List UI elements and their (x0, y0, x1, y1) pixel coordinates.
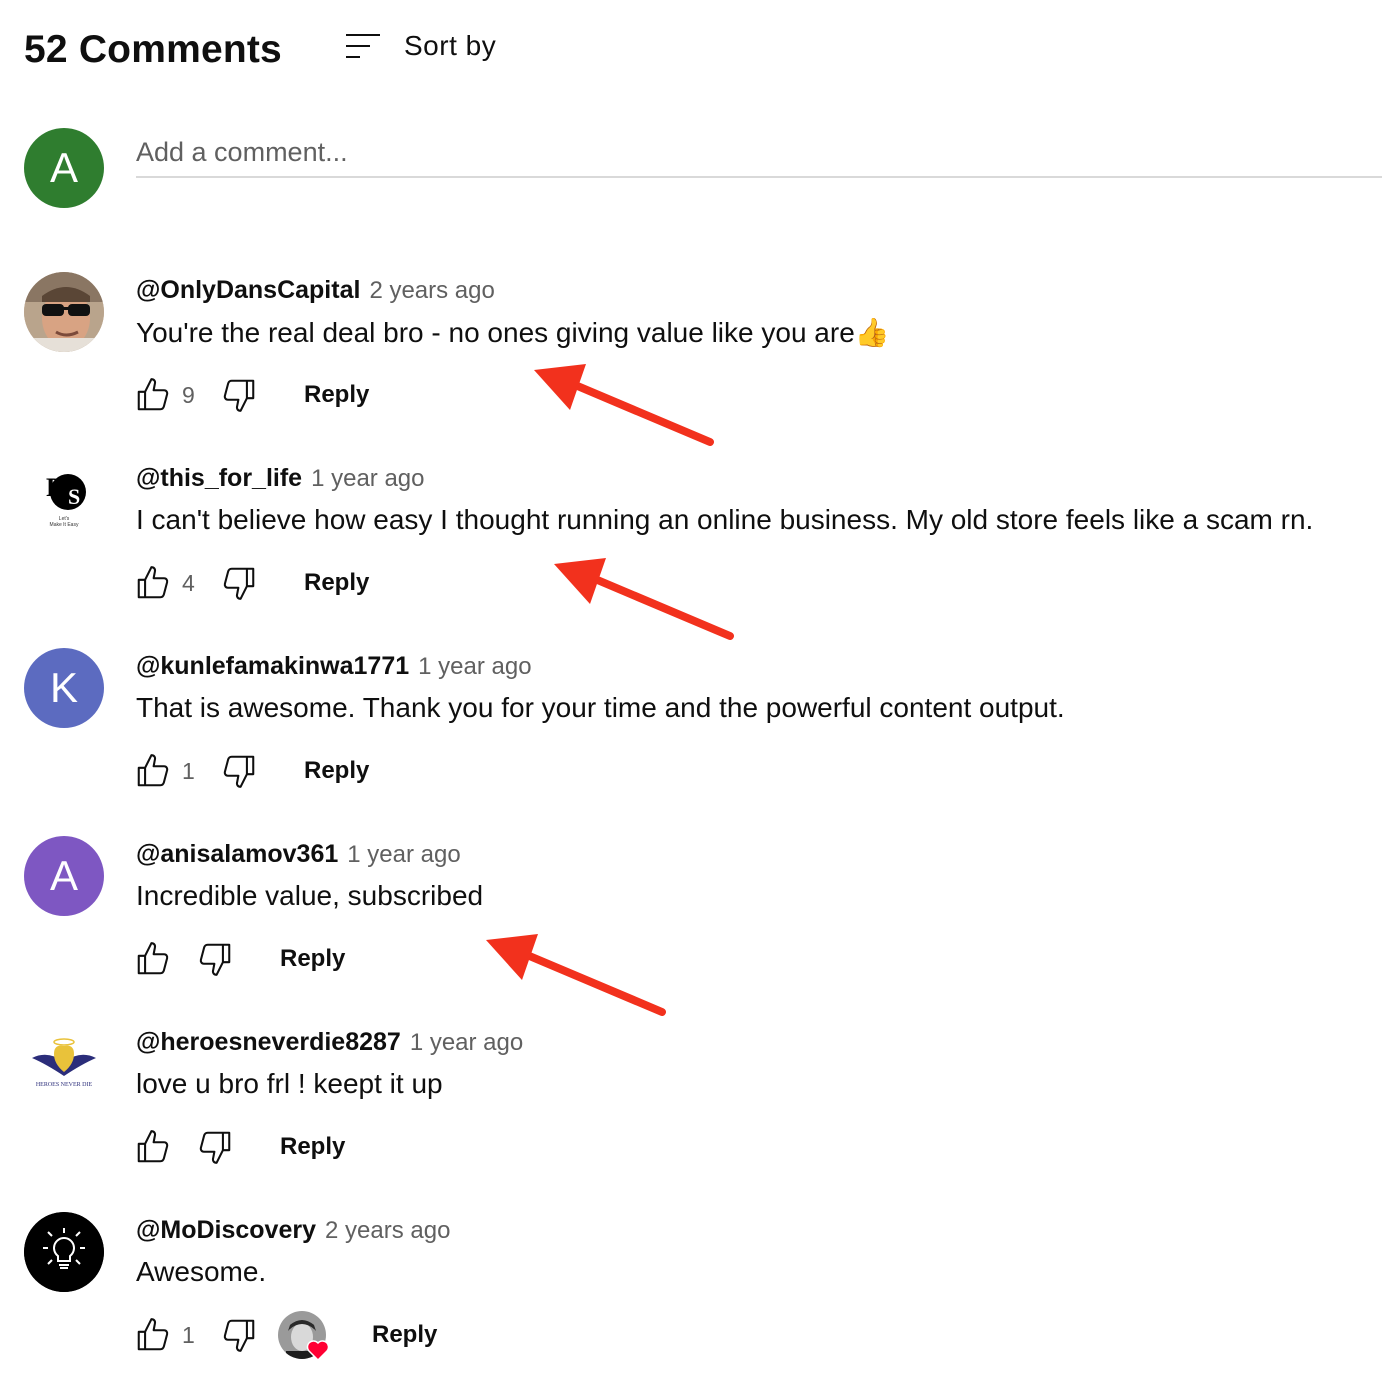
comment-time[interactable]: 2 years ago (325, 1217, 450, 1245)
like-button[interactable] (132, 562, 174, 604)
ps-logo-avatar: P S Let's Make It Easy (46, 473, 86, 528)
comment-text: You're the real deal bro - no ones givin… (136, 316, 890, 349)
comment-actions: Reply (132, 938, 345, 980)
comment-time[interactable]: 1 year ago (418, 653, 531, 681)
comment-author[interactable]: @anisalamov361 (136, 840, 338, 869)
avatar: A (24, 128, 104, 208)
avatar[interactable] (24, 1212, 104, 1292)
sort-by-button[interactable]: Sort by (344, 30, 496, 62)
comment-actions: 1 Reply (132, 750, 369, 792)
thumbs-down-icon (199, 1131, 231, 1164)
avatar[interactable]: HEROES NEVER DIE (24, 1024, 104, 1104)
comment-item: P S Let's Make It Easy @this_for_life 1 … (24, 460, 1382, 620)
comment-text: That is awesome. Thank you for your time… (136, 692, 1065, 723)
comment-author[interactable]: @MoDiscovery (136, 1216, 316, 1245)
add-comment-input[interactable] (136, 128, 1382, 178)
comment-item: K @kunlefamakinwa1771 1 year ago That is… (24, 648, 1382, 808)
svg-text:S: S (68, 484, 80, 509)
reply-button[interactable]: Reply (304, 757, 369, 785)
thumbs-down-icon (223, 755, 255, 788)
comment-author[interactable]: @heroesneverdie8287 (136, 1028, 401, 1057)
comment-actions: 9 Reply (132, 374, 369, 416)
reply-button[interactable]: Reply (280, 945, 345, 973)
sort-by-label: Sort by (404, 30, 497, 61)
comment-actions: 4 Reply (132, 562, 369, 604)
comment-count: 52 Comments (24, 28, 282, 71)
like-button[interactable] (132, 374, 174, 416)
lightbulb-icon (24, 1212, 104, 1292)
user-photo-avatar (24, 272, 104, 352)
comment-text: Incredible value, subscribed (136, 880, 484, 911)
thumbs-up-icon (137, 942, 169, 975)
thumbs-up-emoji: 👍 (854, 317, 890, 348)
reply-button[interactable]: Reply (372, 1321, 437, 1349)
comment-item: HEROES NEVER DIE @heroesneverdie8287 1 y… (24, 1024, 1382, 1184)
avatar-letter: A (49, 852, 78, 899)
comments-header: 52 Comments (24, 22, 282, 78)
comment-item: @OnlyDansCapital 2 years ago You're the … (24, 272, 1382, 432)
comment-text: Awesome. (136, 1256, 267, 1287)
like-button[interactable] (132, 938, 174, 980)
svg-text:Make It Easy: Make It Easy (50, 522, 79, 528)
comment-author[interactable]: @this_for_life (136, 464, 302, 493)
like-count: 9 (182, 381, 195, 408)
heart-icon (306, 1340, 330, 1361)
like-button[interactable] (132, 750, 174, 792)
avatar-letter: K (49, 664, 78, 711)
thumbs-up-icon (137, 754, 169, 787)
dislike-button[interactable] (218, 374, 260, 416)
avatar[interactable]: A (24, 836, 104, 916)
like-count: 4 (182, 569, 195, 596)
heroes-logo-caption: HEROES NEVER DIE (36, 1082, 93, 1088)
comment-time[interactable]: 2 years ago (369, 277, 494, 305)
like-button[interactable] (132, 1314, 174, 1356)
dislike-button[interactable] (218, 562, 260, 604)
dislike-button[interactable] (218, 750, 260, 792)
avatar[interactable]: P S Let's Make It Easy (24, 460, 104, 540)
comment-text: I can't believe how easy I thought runni… (136, 504, 1314, 535)
add-comment-row: A (24, 128, 1382, 208)
avatar[interactable] (24, 272, 104, 352)
comment-time[interactable]: 1 year ago (410, 1029, 523, 1057)
comment-time[interactable]: 1 year ago (311, 465, 424, 493)
reply-button[interactable]: Reply (304, 381, 369, 409)
comment-actions: Reply (132, 1126, 345, 1168)
avatar[interactable]: K (24, 648, 104, 728)
thumbs-down-icon (223, 379, 255, 412)
like-count: 1 (182, 757, 195, 784)
thumbs-up-icon (137, 1130, 169, 1163)
comment-item: A @anisalamov361 1 year ago Incredible v… (24, 836, 1382, 996)
avatar-letter: A (49, 144, 78, 191)
thumbs-down-icon (223, 1319, 255, 1352)
reply-button[interactable]: Reply (280, 1133, 345, 1161)
dislike-button[interactable] (194, 938, 236, 980)
heroes-logo-avatar: HEROES NEVER DIE (32, 1038, 96, 1088)
comment-actions: 1 Reply (132, 1311, 437, 1361)
reply-button[interactable]: Reply (304, 569, 369, 597)
comment-text-body: You're the real deal bro - no ones givin… (136, 317, 855, 348)
creator-heart-badge (278, 1311, 330, 1361)
thumbs-down-icon (199, 943, 231, 976)
like-count: 1 (182, 1321, 195, 1348)
dislike-button[interactable] (218, 1314, 260, 1356)
svg-text:P: P (46, 473, 62, 502)
comment-author[interactable]: @OnlyDansCapital (136, 276, 360, 305)
dislike-button[interactable] (194, 1126, 236, 1168)
thumbs-up-icon (137, 378, 169, 411)
comment-text: love u bro frl ! keept it up (136, 1068, 443, 1099)
thumbs-up-icon (137, 566, 169, 599)
comment-time[interactable]: 1 year ago (347, 841, 460, 869)
like-button[interactable] (132, 1126, 174, 1168)
comment-author[interactable]: @kunlefamakinwa1771 (136, 652, 409, 681)
sort-icon (346, 34, 380, 58)
thumbs-down-icon (223, 567, 255, 600)
thumbs-up-icon (137, 1318, 169, 1351)
comment-item: @MoDiscovery 2 years ago Awesome. 1 Repl… (24, 1212, 1382, 1372)
